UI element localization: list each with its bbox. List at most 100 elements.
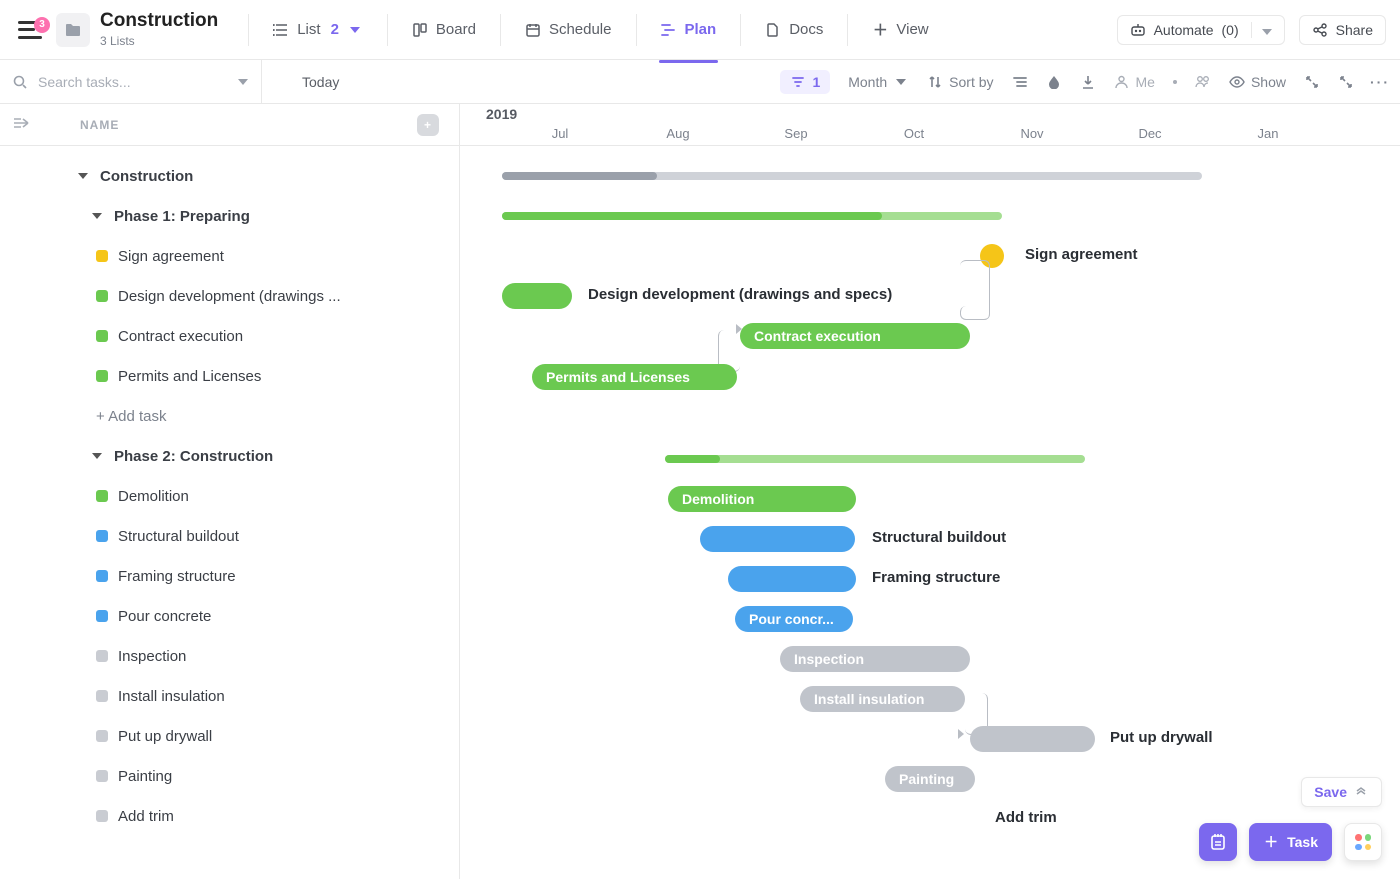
view-plan[interactable]: Plan bbox=[649, 13, 729, 46]
summary-lane-construction bbox=[460, 156, 1400, 196]
task-row[interactable]: Contract execution bbox=[0, 316, 459, 356]
month-label: Sep bbox=[784, 126, 807, 141]
task-lane-drywall: Put up drywall bbox=[460, 719, 1400, 759]
add-view[interactable]: ＋ View bbox=[860, 13, 940, 46]
caret-down-icon bbox=[78, 173, 88, 179]
task-lane-sign: Sign agreement bbox=[460, 236, 1400, 276]
assignees-filter[interactable] bbox=[1195, 74, 1211, 90]
month-label: Oct bbox=[904, 126, 924, 141]
page-title: Construction bbox=[100, 11, 218, 32]
task-bar[interactable] bbox=[970, 726, 1095, 752]
notepad-button[interactable] bbox=[1199, 823, 1237, 861]
status-dot bbox=[96, 490, 108, 502]
expand-icon bbox=[1338, 74, 1354, 90]
color-toggle[interactable] bbox=[1046, 74, 1062, 90]
task-row[interactable]: Add trim bbox=[0, 796, 459, 836]
menu-button[interactable]: 3 bbox=[8, 21, 52, 39]
add-column-button[interactable]: + bbox=[417, 114, 439, 136]
summary-progress bbox=[665, 455, 720, 463]
task-row[interactable]: Sign agreement bbox=[0, 236, 459, 276]
task-lane-structural: Structural buildout bbox=[460, 519, 1400, 559]
group-toggle[interactable] bbox=[1012, 74, 1028, 90]
main: NAME + Construction Phase 1: Preparing S… bbox=[0, 104, 1400, 879]
download-button[interactable] bbox=[1080, 74, 1096, 90]
task-row[interactable]: Painting bbox=[0, 756, 459, 796]
task-lane-design: Design development (drawings and specs) bbox=[460, 276, 1400, 316]
task-bar[interactable]: Demolition bbox=[668, 486, 856, 512]
status-dot bbox=[96, 570, 108, 582]
automate-label: Automate bbox=[1154, 22, 1214, 38]
gantt-chart[interactable]: 2019 Jul Aug Sep Oct Nov Dec Jan bbox=[460, 104, 1400, 879]
view-docs[interactable]: Docs bbox=[753, 13, 835, 46]
scale-select[interactable]: Month bbox=[848, 74, 909, 90]
view-list-count: 2 bbox=[331, 21, 339, 38]
status-dot bbox=[96, 730, 108, 742]
sort-button[interactable]: Sort by bbox=[927, 74, 993, 90]
view-schedule[interactable]: Schedule bbox=[513, 13, 624, 46]
task-row[interactable]: Inspection bbox=[0, 636, 459, 676]
task-tree: Construction Phase 1: Preparing Sign agr… bbox=[0, 146, 459, 856]
share-button[interactable]: Share bbox=[1299, 15, 1386, 45]
filter-icon bbox=[790, 74, 806, 90]
status-dot bbox=[96, 370, 108, 382]
show-menu[interactable]: Show bbox=[1229, 74, 1286, 90]
download-icon bbox=[1080, 74, 1096, 90]
collapse-button[interactable] bbox=[1304, 74, 1320, 90]
task-bar[interactable]: Painting bbox=[885, 766, 975, 792]
view-list[interactable]: List 2 bbox=[261, 13, 375, 46]
task-row[interactable]: Install insulation bbox=[0, 676, 459, 716]
view-board[interactable]: Board bbox=[400, 13, 488, 46]
milestone-dot[interactable] bbox=[980, 244, 1004, 268]
new-task-button[interactable]: ＋ Task bbox=[1249, 823, 1332, 861]
group-construction[interactable]: Construction bbox=[0, 156, 459, 196]
task-bar[interactable] bbox=[502, 283, 572, 309]
task-row[interactable]: Design development (drawings ... bbox=[0, 276, 459, 316]
today-button[interactable]: Today bbox=[280, 74, 339, 90]
summary-progress bbox=[502, 172, 657, 180]
task-bar[interactable]: Install insulation bbox=[800, 686, 965, 712]
task-row[interactable]: Framing structure bbox=[0, 556, 459, 596]
filter-chip[interactable]: 1 bbox=[780, 70, 830, 94]
more-menu[interactable]: ··· bbox=[1372, 74, 1388, 90]
view-board-label: Board bbox=[436, 21, 476, 38]
sort-icon bbox=[927, 74, 943, 90]
bar-label: Put up drywall bbox=[1110, 729, 1213, 746]
me-filter[interactable]: Me bbox=[1114, 74, 1155, 90]
subgroup-label: Phase 2: Construction bbox=[114, 448, 273, 465]
automate-button[interactable]: Automate (0) bbox=[1117, 15, 1285, 45]
add-view-label: View bbox=[896, 21, 928, 38]
task-label: Inspection bbox=[118, 648, 186, 665]
task-bar[interactable]: Contract execution bbox=[740, 323, 970, 349]
task-row[interactable]: Pour concrete bbox=[0, 596, 459, 636]
task-row[interactable]: Structural buildout bbox=[0, 516, 459, 556]
task-bar[interactable] bbox=[728, 566, 856, 592]
save-button[interactable]: Save bbox=[1301, 777, 1382, 807]
task-label: Painting bbox=[118, 768, 172, 785]
search-icon bbox=[12, 74, 28, 90]
task-row[interactable]: Put up drywall bbox=[0, 716, 459, 756]
task-row[interactable]: Demolition bbox=[0, 476, 459, 516]
folder-icon[interactable] bbox=[56, 13, 90, 47]
apps-button[interactable] bbox=[1344, 823, 1382, 861]
task-row[interactable]: Permits and Licenses bbox=[0, 356, 459, 396]
task-lane-pour: Pour concr... bbox=[460, 599, 1400, 639]
task-bar[interactable] bbox=[700, 526, 855, 552]
add-task-phase1[interactable]: + Add task bbox=[0, 396, 459, 436]
save-label: Save bbox=[1314, 784, 1347, 800]
chevron-down-icon bbox=[347, 22, 363, 38]
subgroup-phase2[interactable]: Phase 2: Construction bbox=[0, 436, 459, 476]
bar-label: Framing structure bbox=[872, 569, 1000, 586]
status-dot bbox=[96, 810, 108, 822]
subgroup-phase1[interactable]: Phase 1: Preparing bbox=[0, 196, 459, 236]
task-bar[interactable]: Permits and Licenses bbox=[532, 364, 737, 390]
sidebar: NAME + Construction Phase 1: Preparing S… bbox=[0, 104, 460, 879]
chevron-down-icon[interactable] bbox=[235, 74, 251, 90]
search-input[interactable] bbox=[36, 73, 227, 91]
collapse-icon bbox=[1304, 74, 1320, 90]
expand-button[interactable] bbox=[1338, 74, 1354, 90]
task-bar[interactable]: Pour concr... bbox=[735, 606, 853, 632]
task-bar[interactable]: Inspection bbox=[780, 646, 970, 672]
sidebar-header: NAME + bbox=[0, 104, 459, 146]
divider bbox=[248, 14, 249, 46]
summary-bar[interactable] bbox=[665, 455, 1085, 463]
